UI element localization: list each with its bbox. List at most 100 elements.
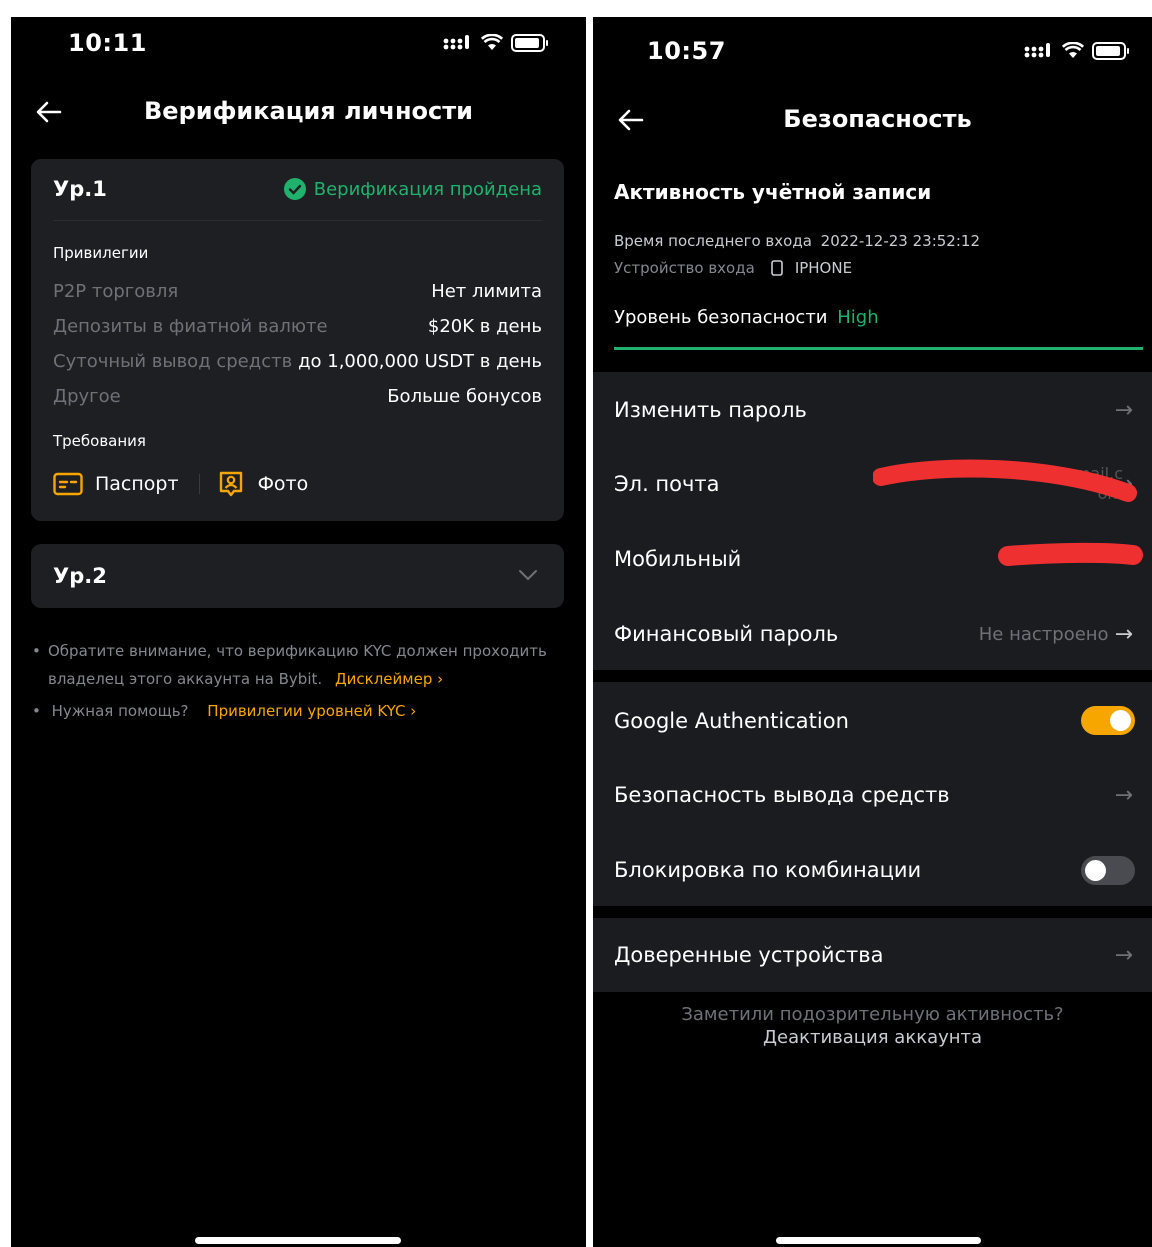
email-label: Эл. почта (614, 472, 720, 496)
status-icons (443, 33, 549, 53)
account-settings-group: Изменить пароль → Эл. почта mail.c om → … (593, 372, 1152, 670)
privilege-value: Больше бонусов (387, 386, 542, 407)
device-label: Устройство входа (614, 259, 755, 277)
verification-status-text: Верификация пройдена (313, 178, 542, 200)
level2-card[interactable]: Ур.2 (31, 544, 564, 608)
wifi-icon (1062, 42, 1084, 58)
change-password-label: Изменить пароль (614, 398, 807, 422)
bullet: • (32, 702, 41, 720)
requirements-heading: Требования (53, 432, 146, 450)
security-level-label: Уровень безопасности (614, 307, 828, 328)
toggle-knob (1110, 710, 1131, 731)
level1-title: Ур.1 (53, 177, 107, 201)
suspicious-activity-footer: Заметили подозрительную активность? Деак… (593, 1003, 1152, 1049)
arrow-right-icon: → (1114, 397, 1133, 423)
google-auth-toggle[interactable] (1081, 706, 1135, 735)
security-level-fill (614, 347, 1143, 350)
pattern-lock-toggle[interactable] (1081, 856, 1135, 885)
status-time: 10:57 (647, 37, 726, 65)
home-indicator[interactable] (195, 1237, 401, 1244)
privilege-row: P2P торговля Нет лимита (53, 281, 542, 302)
privilege-label: Суточный вывод средств (53, 351, 293, 372)
trusted-devices-group: Доверенные устройства → (593, 918, 1152, 992)
suspicious-activity-text: Заметили подозрительную активность? (681, 1004, 1064, 1025)
withdrawal-security-row[interactable]: Безопасность вывода средств → (614, 780, 1133, 810)
verification-status: Верификация пройдена (283, 178, 542, 200)
security-level-row: Уровень безопасности High (614, 307, 879, 328)
battery-icon (511, 34, 548, 52)
mobile-label: Мобильный (614, 547, 742, 571)
withdrawal-security-label: Безопасность вывода средств (614, 783, 950, 807)
privilege-row: Суточный вывод средств до 1,000,000 USDT… (53, 351, 542, 372)
pattern-lock-label: Блокировка по комбинации (614, 858, 922, 882)
privilege-value: до 1,000,000 USDT в день (298, 351, 542, 372)
privilege-row: Депозиты в фиатной валюте $20K в день (53, 316, 542, 337)
privileges-heading: Привилегии (53, 244, 149, 262)
security-screen: 10:57 Безопасность Активность учётной за… (593, 17, 1152, 1247)
status-icons (1024, 41, 1130, 61)
fund-password-row[interactable]: Финансовый пароль Не настроено → (614, 620, 1133, 648)
last-login-row: Время последнего входа 2022-12-23 23:52:… (614, 232, 980, 250)
page-title: Верификация личности (144, 97, 473, 125)
security-level-bar (614, 347, 1143, 350)
device-value: IPHONE (794, 259, 853, 277)
arrow-right-icon: → (1114, 782, 1133, 808)
level2-title: Ур.2 (53, 564, 107, 588)
requirements-list: Паспорт Фото (53, 470, 308, 498)
arrow-right-icon: → (1114, 621, 1133, 647)
privilege-label: Депозиты в фиатной валюте (53, 316, 328, 337)
bullet: • (32, 642, 41, 660)
activity-heading: Активность учётной записи (614, 180, 932, 204)
signal-icon (1024, 43, 1050, 58)
help-note: • Нужная помощь? Привилегии уровней KYC … (32, 699, 416, 723)
redaction-mark (873, 459, 1137, 502)
google-auth-row: Google Authentication (614, 706, 1133, 736)
toggle-knob (1085, 860, 1106, 881)
deactivate-account-link[interactable]: Деактивация аккаунта (593, 1026, 1152, 1049)
chevron-down-icon[interactable] (518, 568, 538, 582)
kyc-screen: 10:11 Верификация личности Ур.1 Верифика… (11, 17, 586, 1247)
help-text: Нужная помощь? (51, 702, 189, 720)
home-indicator[interactable] (776, 1237, 981, 1244)
google-auth-label: Google Authentication (614, 709, 849, 733)
security-options-group: Google Authentication Безопасность вывод… (593, 682, 1152, 906)
last-login-value: 2022-12-23 23:52:12 (820, 232, 980, 250)
chevron-right-icon: › (437, 670, 444, 688)
privilege-label: Другое (53, 386, 121, 407)
arrow-right-icon: → (1114, 942, 1133, 968)
requirement-photo: Фото (257, 473, 309, 495)
page-title: Безопасность (783, 105, 972, 133)
redaction-mark (998, 542, 1143, 566)
kyc-levels-link[interactable]: Привилегии уровней KYC › (207, 702, 416, 720)
last-login-label: Время последнего входа (614, 232, 812, 250)
privilege-row: Другое Больше бонусов (53, 386, 542, 407)
check-circle-icon (283, 178, 306, 200)
disclaimer-link[interactable]: Дисклеймер › (335, 670, 443, 688)
level1-card: Ур.1 Верификация пройдена Привилегии P2P… (31, 159, 564, 521)
signal-icon (443, 35, 469, 50)
status-time: 10:11 (68, 29, 147, 57)
kyc-levels-link-label[interactable]: Привилегии уровней KYC (207, 702, 405, 720)
requirement-passport: Паспорт (95, 473, 179, 495)
wifi-icon (481, 34, 503, 50)
chevron-right-icon: › (410, 702, 417, 720)
kyc-note: • Обратите внимание, что верификацию KYC… (32, 637, 552, 693)
requirement-divider (198, 474, 200, 494)
fund-password-value: Не настроено (978, 623, 1109, 645)
pattern-lock-row: Блокировка по комбинации (614, 855, 1133, 885)
fund-password-label: Финансовый пароль (614, 622, 839, 646)
trusted-devices-label: Доверенные устройства (614, 943, 884, 967)
divider (53, 220, 542, 221)
privilege-label: P2P торговля (53, 281, 179, 302)
note-text: Обратите внимание, что верификацию KYC д… (48, 642, 547, 688)
photo-icon (219, 471, 242, 497)
privilege-value: $20K в день (427, 316, 542, 337)
phone-device-icon (771, 260, 783, 276)
privilege-value: Нет лимита (431, 281, 542, 302)
passport-icon (53, 472, 83, 496)
device-row: Устройство входа IPHONE (614, 259, 852, 277)
security-level-value: High (837, 307, 879, 328)
disclaimer-link-label[interactable]: Дисклеймер (335, 670, 432, 688)
change-password-row[interactable]: Изменить пароль → (614, 396, 1133, 424)
trusted-devices-row[interactable]: Доверенные устройства → (614, 940, 1133, 970)
